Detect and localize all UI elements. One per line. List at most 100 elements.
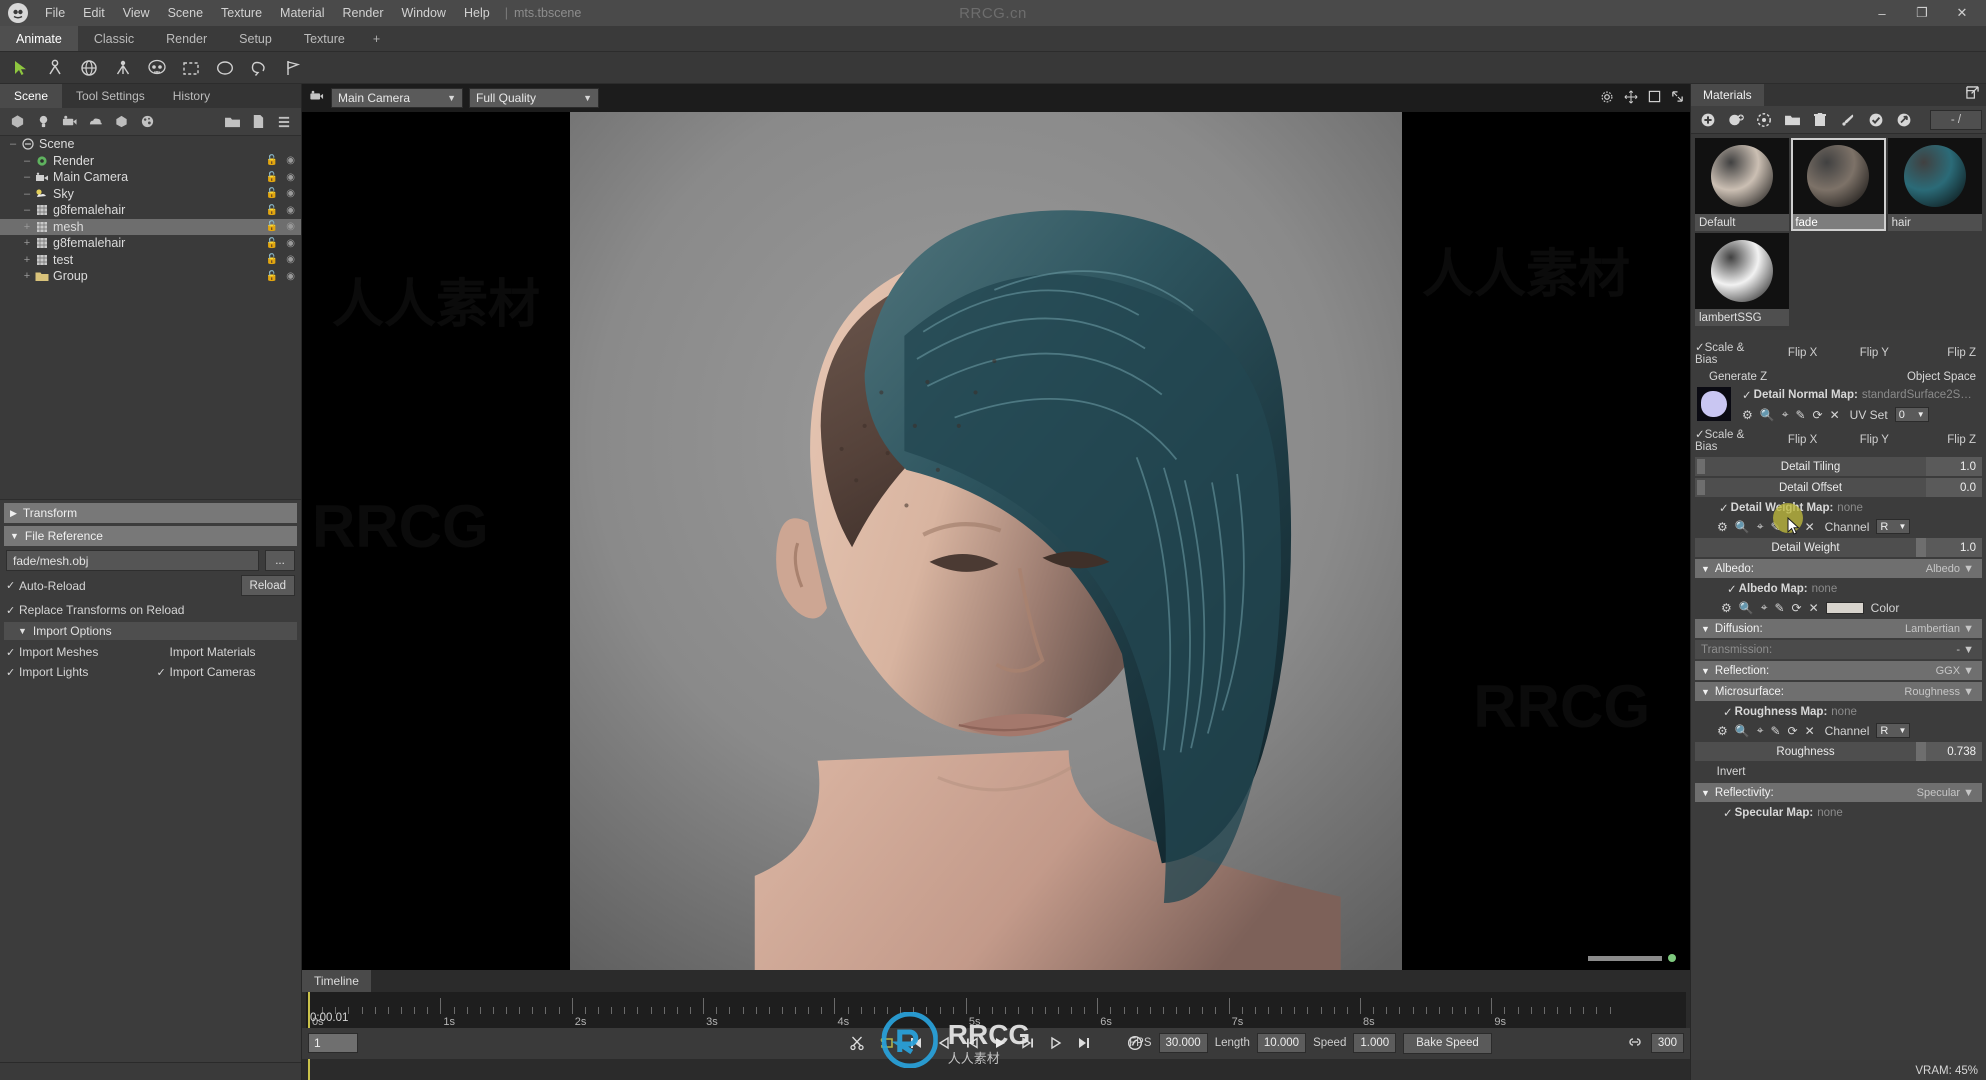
loop-icon[interactable]: [879, 1035, 895, 1051]
material-ball-icon[interactable]: [134, 110, 160, 134]
camera-icon[interactable]: [56, 110, 82, 134]
bone-icon[interactable]: [106, 54, 140, 82]
lock-icon[interactable]: 🔓: [266, 238, 278, 249]
material-swatch[interactable]: Default: [1695, 138, 1790, 231]
lock-icon[interactable]: 🔓: [266, 221, 278, 232]
detail-scale-bias[interactable]: ✓Scale & Bias: [1695, 427, 1767, 453]
reflection-section-header[interactable]: ▼ Reflection: GGX ▼: [1695, 661, 1982, 680]
duplicate-material-icon[interactable]: [1723, 108, 1749, 132]
detail-weight-checkbox[interactable]: ✓: [1719, 501, 1729, 515]
material-counter[interactable]: - /: [1930, 109, 1982, 130]
detail-flip-z[interactable]: Flip Z: [1910, 434, 1982, 446]
sphere-wire-icon[interactable]: [72, 54, 106, 82]
step-back-icon[interactable]: [937, 1036, 951, 1050]
tree-row-toggles[interactable]: 🔓 ◉: [266, 188, 295, 199]
detail-offset-handle[interactable]: [1697, 480, 1705, 495]
eyedropper-icon[interactable]: ⌖: [1757, 519, 1764, 534]
tab-scene[interactable]: Scene: [0, 84, 63, 108]
detail-weight-channel-selector[interactable]: R ▼: [1876, 519, 1911, 534]
import-cameras-checkbox[interactable]: ✓: [157, 666, 170, 679]
light-icon[interactable]: [30, 110, 56, 134]
visibility-icon[interactable]: ◉: [286, 254, 295, 265]
reload-button[interactable]: Reload: [240, 575, 295, 596]
tree-expander[interactable]: –: [20, 155, 34, 167]
import-materials-row[interactable]: ✓ Import Materials: [151, 642, 302, 662]
link-value-input[interactable]: 300: [1650, 1033, 1684, 1053]
replace-transforms-checkbox[interactable]: ✓: [6, 604, 19, 617]
detail-normal-thumbnail[interactable]: [1697, 387, 1731, 421]
tree-row-toggles[interactable]: 🔓 ◉: [266, 172, 295, 183]
tab-tool-settings[interactable]: Tool Settings: [62, 84, 159, 108]
lasso-select-icon[interactable]: [242, 54, 276, 82]
detail-offset-slider[interactable]: Detail Offset 0.0: [1695, 478, 1982, 497]
list-icon[interactable]: [271, 110, 297, 134]
lock-icon[interactable]: 🔓: [266, 254, 278, 265]
gear-icon[interactable]: [1600, 90, 1614, 107]
auto-reload-checkbox[interactable]: ✓: [6, 579, 19, 592]
settings-icon[interactable]: [1127, 1035, 1143, 1051]
move-icon[interactable]: [1624, 90, 1638, 107]
render-viewport[interactable]: 人人素材 RRCG 人人素材 RRCG: [302, 112, 1690, 970]
folder-icon[interactable]: [1779, 108, 1805, 132]
frame-forward-icon[interactable]: [1021, 1036, 1035, 1050]
materials-grid[interactable]: Default fade hair lambertSSG: [1691, 134, 1986, 330]
search-icon[interactable]: 🔍: [1739, 601, 1754, 615]
timeline-ruler[interactable]: 0s 1s 2s 3s 4s 5s 6s 7s 8s 9s 0:00.01: [306, 992, 1686, 1028]
visibility-icon[interactable]: ◉: [286, 188, 295, 199]
menu-render[interactable]: Render: [334, 2, 393, 24]
quality-selector[interactable]: Full Quality ▼: [469, 88, 599, 108]
add-workspace-button[interactable]: +: [361, 26, 392, 51]
invert-row[interactable]: ✓ Invert: [1691, 763, 1986, 781]
object-space-option[interactable]: Object Space: [1907, 371, 1976, 383]
tree-row-toggles[interactable]: 🔓 ◉: [266, 205, 295, 216]
roughness-slider[interactable]: Roughness 0.738: [1695, 742, 1982, 761]
import-lights-checkbox[interactable]: ✓: [6, 666, 19, 679]
current-frame-input[interactable]: 1: [308, 1033, 358, 1053]
refresh-icon[interactable]: ⟳: [1813, 408, 1823, 422]
tree-item-scene[interactable]: – Scene: [0, 136, 301, 153]
transmission-section-header[interactable]: Transmission: - ▼: [1695, 640, 1982, 659]
lock-icon[interactable]: 🔓: [266, 155, 278, 166]
import-lights-row[interactable]: ✓ Import Lights: [0, 662, 151, 682]
roughness-map-checkbox[interactable]: ✓: [1723, 705, 1733, 719]
tree-row-toggles[interactable]: 🔓 ◉: [266, 254, 295, 265]
visibility-icon[interactable]: ◉: [286, 221, 295, 232]
browse-button[interactable]: ...: [265, 550, 295, 571]
tree-expander[interactable]: –: [20, 171, 34, 183]
menu-edit[interactable]: Edit: [74, 2, 114, 24]
skull-icon[interactable]: [140, 54, 174, 82]
detail-offset-value[interactable]: 0.0: [1926, 478, 1982, 497]
microsurface-section-header[interactable]: ▼ Microsurface: Roughness ▼: [1695, 682, 1982, 701]
edit-icon[interactable]: ✎: [1795, 408, 1805, 422]
tree-item-g8femalehair[interactable]: – g8femalehair 🔓 ◉: [0, 202, 301, 219]
add-material-icon[interactable]: [1695, 108, 1721, 132]
eyedropper-icon[interactable]: ⌖: [1757, 723, 1764, 738]
timeline-track-area[interactable]: [302, 1058, 1690, 1080]
minimize-button[interactable]: –: [1862, 0, 1902, 26]
tree-item-group[interactable]: + Group 🔓 ◉: [0, 268, 301, 285]
timeline-playhead[interactable]: [308, 1059, 310, 1080]
lock-icon[interactable]: 🔓: [266, 172, 278, 183]
tree-expander[interactable]: +: [20, 270, 34, 282]
tree-expander[interactable]: +: [20, 254, 34, 266]
empty-material-icon[interactable]: [1751, 108, 1777, 132]
albedo-color-swatch[interactable]: [1825, 601, 1864, 614]
play-icon[interactable]: [993, 1036, 1007, 1050]
visibility-icon[interactable]: ◉: [286, 205, 295, 216]
tree-item-render[interactable]: – Render 🔓 ◉: [0, 153, 301, 170]
diffusion-section-header[interactable]: ▼ Diffusion: Lambertian ▼: [1695, 619, 1982, 638]
transform-section-header[interactable]: ▶ Transform: [4, 503, 297, 523]
flag-icon[interactable]: [276, 54, 310, 82]
link-icon[interactable]: [1626, 1035, 1644, 1052]
fps-input[interactable]: 30.000: [1158, 1033, 1208, 1053]
detail-normal-checkbox[interactable]: ✓: [1742, 388, 1752, 402]
cube-icon[interactable]: [4, 110, 30, 134]
frame-back-icon[interactable]: [965, 1036, 979, 1050]
eyedropper-icon[interactable]: ⌖: [1761, 600, 1768, 615]
bake-speed-button[interactable]: Bake Speed: [1403, 1032, 1492, 1054]
tree-item-sky[interactable]: – Sky 🔓 ◉: [0, 186, 301, 203]
workspace-tab-setup[interactable]: Setup: [223, 26, 288, 51]
length-input[interactable]: 10.000: [1256, 1033, 1307, 1053]
detail-weight-slider[interactable]: Detail Weight 1.0: [1695, 538, 1982, 557]
edit-icon[interactable]: ✎: [1774, 601, 1784, 615]
